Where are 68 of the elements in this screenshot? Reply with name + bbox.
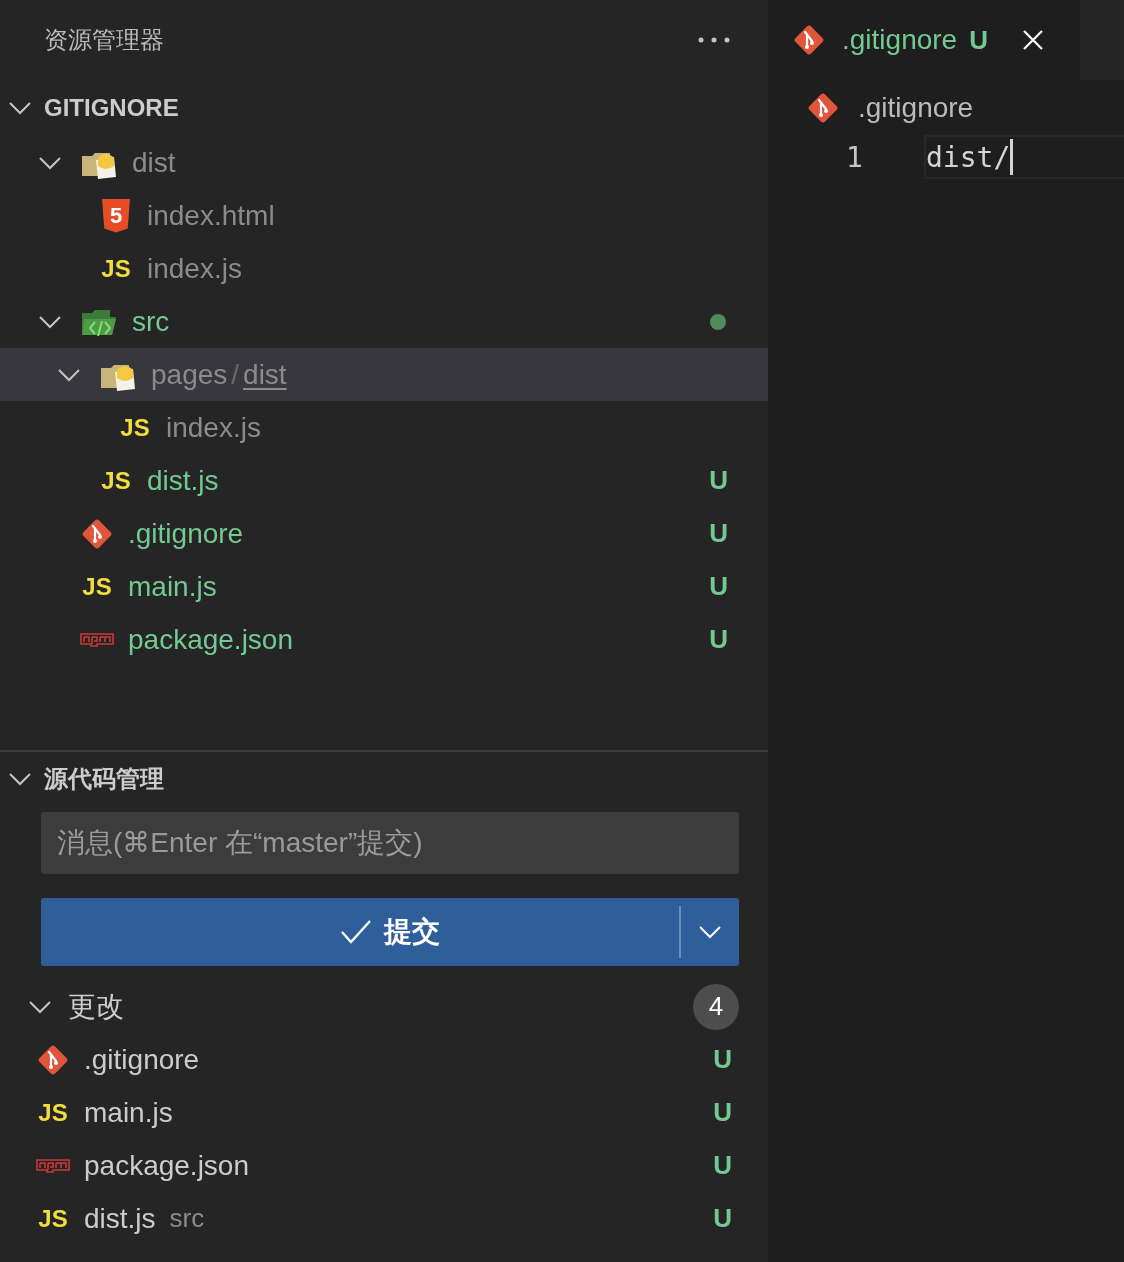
file-name: index.js: [166, 411, 261, 444]
js-icon: JS: [36, 1095, 70, 1130]
count-badge: 4: [693, 983, 739, 1030]
commit-message-field[interactable]: 消息(⌘Enter 在“master”提交): [41, 812, 739, 874]
tree-item[interactable]: JS dist.js U: [0, 454, 768, 507]
text-cursor: [1010, 139, 1014, 175]
file-name: index.html: [147, 199, 275, 232]
check-icon: [340, 919, 372, 945]
git-status: U: [713, 1203, 732, 1234]
folder-path: pages/dist: [151, 358, 287, 391]
git-status: U: [713, 1097, 732, 1128]
tree-item[interactable]: JS main.js U: [0, 560, 768, 613]
file-name: .gitignore: [84, 1043, 200, 1076]
tree-item[interactable]: 5 index.html: [0, 189, 768, 242]
tree-item[interactable]: src: [0, 295, 768, 348]
change-item[interactable]: JS main.js U: [0, 1086, 768, 1139]
panel-title: 资源管理器: [44, 25, 164, 55]
change-item[interactable]: .gitignore U: [0, 1033, 768, 1086]
git-status: U: [713, 1044, 732, 1075]
npm-icon: [80, 632, 114, 647]
file-name: .gitignore: [128, 517, 244, 550]
js-icon: JS: [80, 569, 114, 604]
tree-item[interactable]: .gitignore U: [0, 507, 768, 560]
file-name: main.js: [128, 570, 217, 603]
tree-item[interactable]: JS index.js: [0, 401, 768, 454]
file-name: package.json: [84, 1149, 249, 1182]
git-status: U: [709, 465, 728, 496]
js-icon: JS: [118, 410, 152, 445]
editor-tab[interactable]: .gitignore U: [768, 0, 1080, 80]
js-icon: JS: [99, 463, 133, 498]
more-icon[interactable]: [698, 37, 730, 43]
chevron-down-icon[interactable]: [38, 314, 62, 329]
chevron-down-icon[interactable]: [8, 772, 32, 786]
breadcrumb-item[interactable]: .gitignore: [858, 92, 974, 124]
tree-item[interactable]: dist: [0, 136, 768, 189]
file-name: dist.js: [84, 1202, 156, 1235]
close-icon[interactable]: [1021, 29, 1044, 51]
git-status: U: [709, 624, 728, 655]
change-item[interactable]: JS dist.js src U: [0, 1192, 768, 1245]
git-status: U: [709, 571, 728, 602]
file-name: dist.js: [147, 464, 219, 497]
git-status: U: [969, 24, 988, 56]
js-icon: JS: [99, 251, 133, 286]
section-title[interactable]: 源代码管理: [44, 763, 164, 795]
change-item[interactable]: package.json U: [0, 1139, 768, 1192]
file-name: index.js: [147, 252, 242, 285]
group-title[interactable]: 更改: [68, 987, 124, 1026]
tree-item[interactable]: package.json U: [0, 613, 768, 666]
chevron-down-icon[interactable]: [28, 999, 52, 1014]
chevron-down-icon: [698, 925, 722, 939]
folder-label: src: [169, 1203, 205, 1234]
npm-icon: [36, 1158, 70, 1173]
file-name: src: [132, 305, 170, 338]
file-name: dist: [132, 146, 176, 179]
file-name: main.js: [84, 1096, 173, 1129]
file-name: package.json: [128, 623, 293, 656]
tab-title: .gitignore: [842, 24, 958, 56]
code-line: dist/: [926, 140, 1011, 174]
html-icon: 5: [102, 198, 130, 233]
js-icon: JS: [36, 1201, 70, 1236]
git-status: U: [709, 518, 728, 549]
chevron-down-icon[interactable]: [8, 101, 32, 115]
chevron-down-icon[interactable]: [57, 367, 81, 382]
tree-item[interactable]: JS index.js: [0, 242, 768, 295]
chevron-down-icon[interactable]: [38, 155, 62, 170]
section-title[interactable]: GITIGNORE: [44, 94, 179, 122]
git-status: U: [713, 1150, 732, 1181]
line-number: 1: [845, 140, 864, 174]
